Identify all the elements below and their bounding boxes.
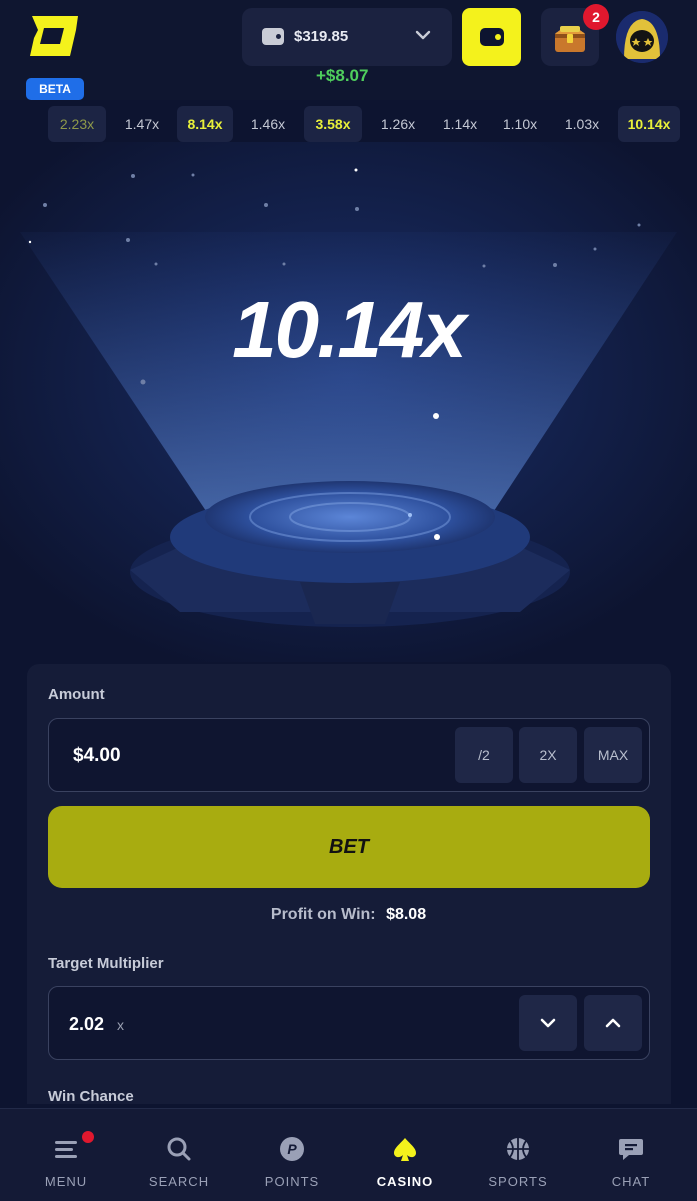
chevron-down-icon <box>415 30 431 40</box>
increase-multiplier-button[interactable] <box>584 995 642 1051</box>
treasure-chest-icon <box>555 26 585 52</box>
game-scene <box>0 142 697 662</box>
brand-logo-icon[interactable] <box>26 12 82 62</box>
history-chip: 3.58x <box>304 106 362 142</box>
amount-input[interactable]: $4.00 /2 2X MAX <box>48 718 650 792</box>
profit-on-win: Profit on Win: $8.08 <box>0 906 697 924</box>
decrease-multiplier-button[interactable] <box>519 995 577 1051</box>
double-amount-button[interactable]: 2X <box>519 727 577 783</box>
profit-value: $8.08 <box>386 906 427 923</box>
crash-multiplier: 10.14x <box>232 285 467 374</box>
nav-label: MENU <box>44 1174 88 1189</box>
target-multiplier-value: 2.02 <box>69 1014 105 1034</box>
svg-text:P: P <box>287 1141 297 1157</box>
history-chip: 1.47x <box>124 116 160 132</box>
target-multiplier-input[interactable]: 2.02 x <box>48 986 650 1060</box>
nav-menu[interactable]: MENU <box>8 1109 124 1201</box>
nav-chat[interactable]: CHAT <box>573 1109 689 1201</box>
basketball-icon <box>507 1138 529 1160</box>
chevron-up-icon <box>605 1018 621 1028</box>
history-chip: 10.14x <box>618 106 680 142</box>
profit-label: Profit on Win: <box>270 906 376 923</box>
spade-icon <box>394 1138 416 1161</box>
history-chip: 8.14x <box>177 106 233 142</box>
wallet-icon <box>480 28 504 46</box>
amount-label: Amount <box>48 686 105 703</box>
chevron-down-icon <box>540 1018 556 1028</box>
launch-pad-illustration <box>0 142 697 662</box>
amount-value: $4.00 <box>73 745 121 766</box>
bet-button[interactable]: BET <box>48 806 650 888</box>
nav-search[interactable]: SEARCH <box>121 1109 237 1201</box>
history-chip: 1.46x <box>250 116 286 132</box>
search-icon <box>167 1137 191 1161</box>
multiplier-suffix: x <box>117 1017 124 1033</box>
wallet-button[interactable] <box>462 8 521 66</box>
points-icon: P <box>280 1137 304 1161</box>
nav-label: SPORTS <box>488 1174 548 1189</box>
avatar[interactable] <box>616 11 668 63</box>
nav-label: SEARCH <box>148 1174 210 1189</box>
wallet-icon <box>262 28 284 45</box>
history-chip: 1.10x <box>502 116 538 132</box>
half-amount-button[interactable]: /2 <box>455 727 513 783</box>
max-amount-button[interactable]: MAX <box>584 727 642 783</box>
history-chip: 1.26x <box>380 116 416 132</box>
header: BETA $319.85 +$8.07 2 <box>0 0 697 100</box>
bottom-nav: MENU SEARCH P POINTS CASINO SPORTS CHAT <box>0 1108 697 1201</box>
menu-icon <box>55 1141 77 1158</box>
beta-badge: BETA <box>26 78 84 100</box>
history-chip: 1.03x <box>564 116 600 132</box>
nav-points[interactable]: P POINTS <box>234 1109 350 1201</box>
nav-sports[interactable]: SPORTS <box>460 1109 576 1201</box>
history-chip: 1.14x <box>442 116 478 132</box>
history-chip: 2.23x <box>48 106 106 142</box>
avatar-icon <box>616 11 668 63</box>
balance-selector[interactable]: $319.85 <box>242 8 452 66</box>
chat-icon <box>619 1139 643 1160</box>
balance-amount: $319.85 <box>294 28 349 45</box>
win-chance-label: Win Chance <box>48 1088 134 1105</box>
nav-label: POINTS <box>264 1174 320 1189</box>
nav-label: CHAT <box>611 1174 651 1189</box>
nav-casino[interactable]: CASINO <box>347 1109 463 1201</box>
target-multiplier-label: Target Multiplier <box>48 955 164 972</box>
result-history: 2.23x 1.47x 8.14x 1.46x 3.58x 1.26x 1.14… <box>48 106 697 142</box>
menu-notification-dot <box>82 1131 94 1143</box>
notification-badge: 2 <box>583 4 609 30</box>
balance-change: +$8.07 <box>316 66 369 85</box>
nav-label: CASINO <box>376 1174 434 1189</box>
